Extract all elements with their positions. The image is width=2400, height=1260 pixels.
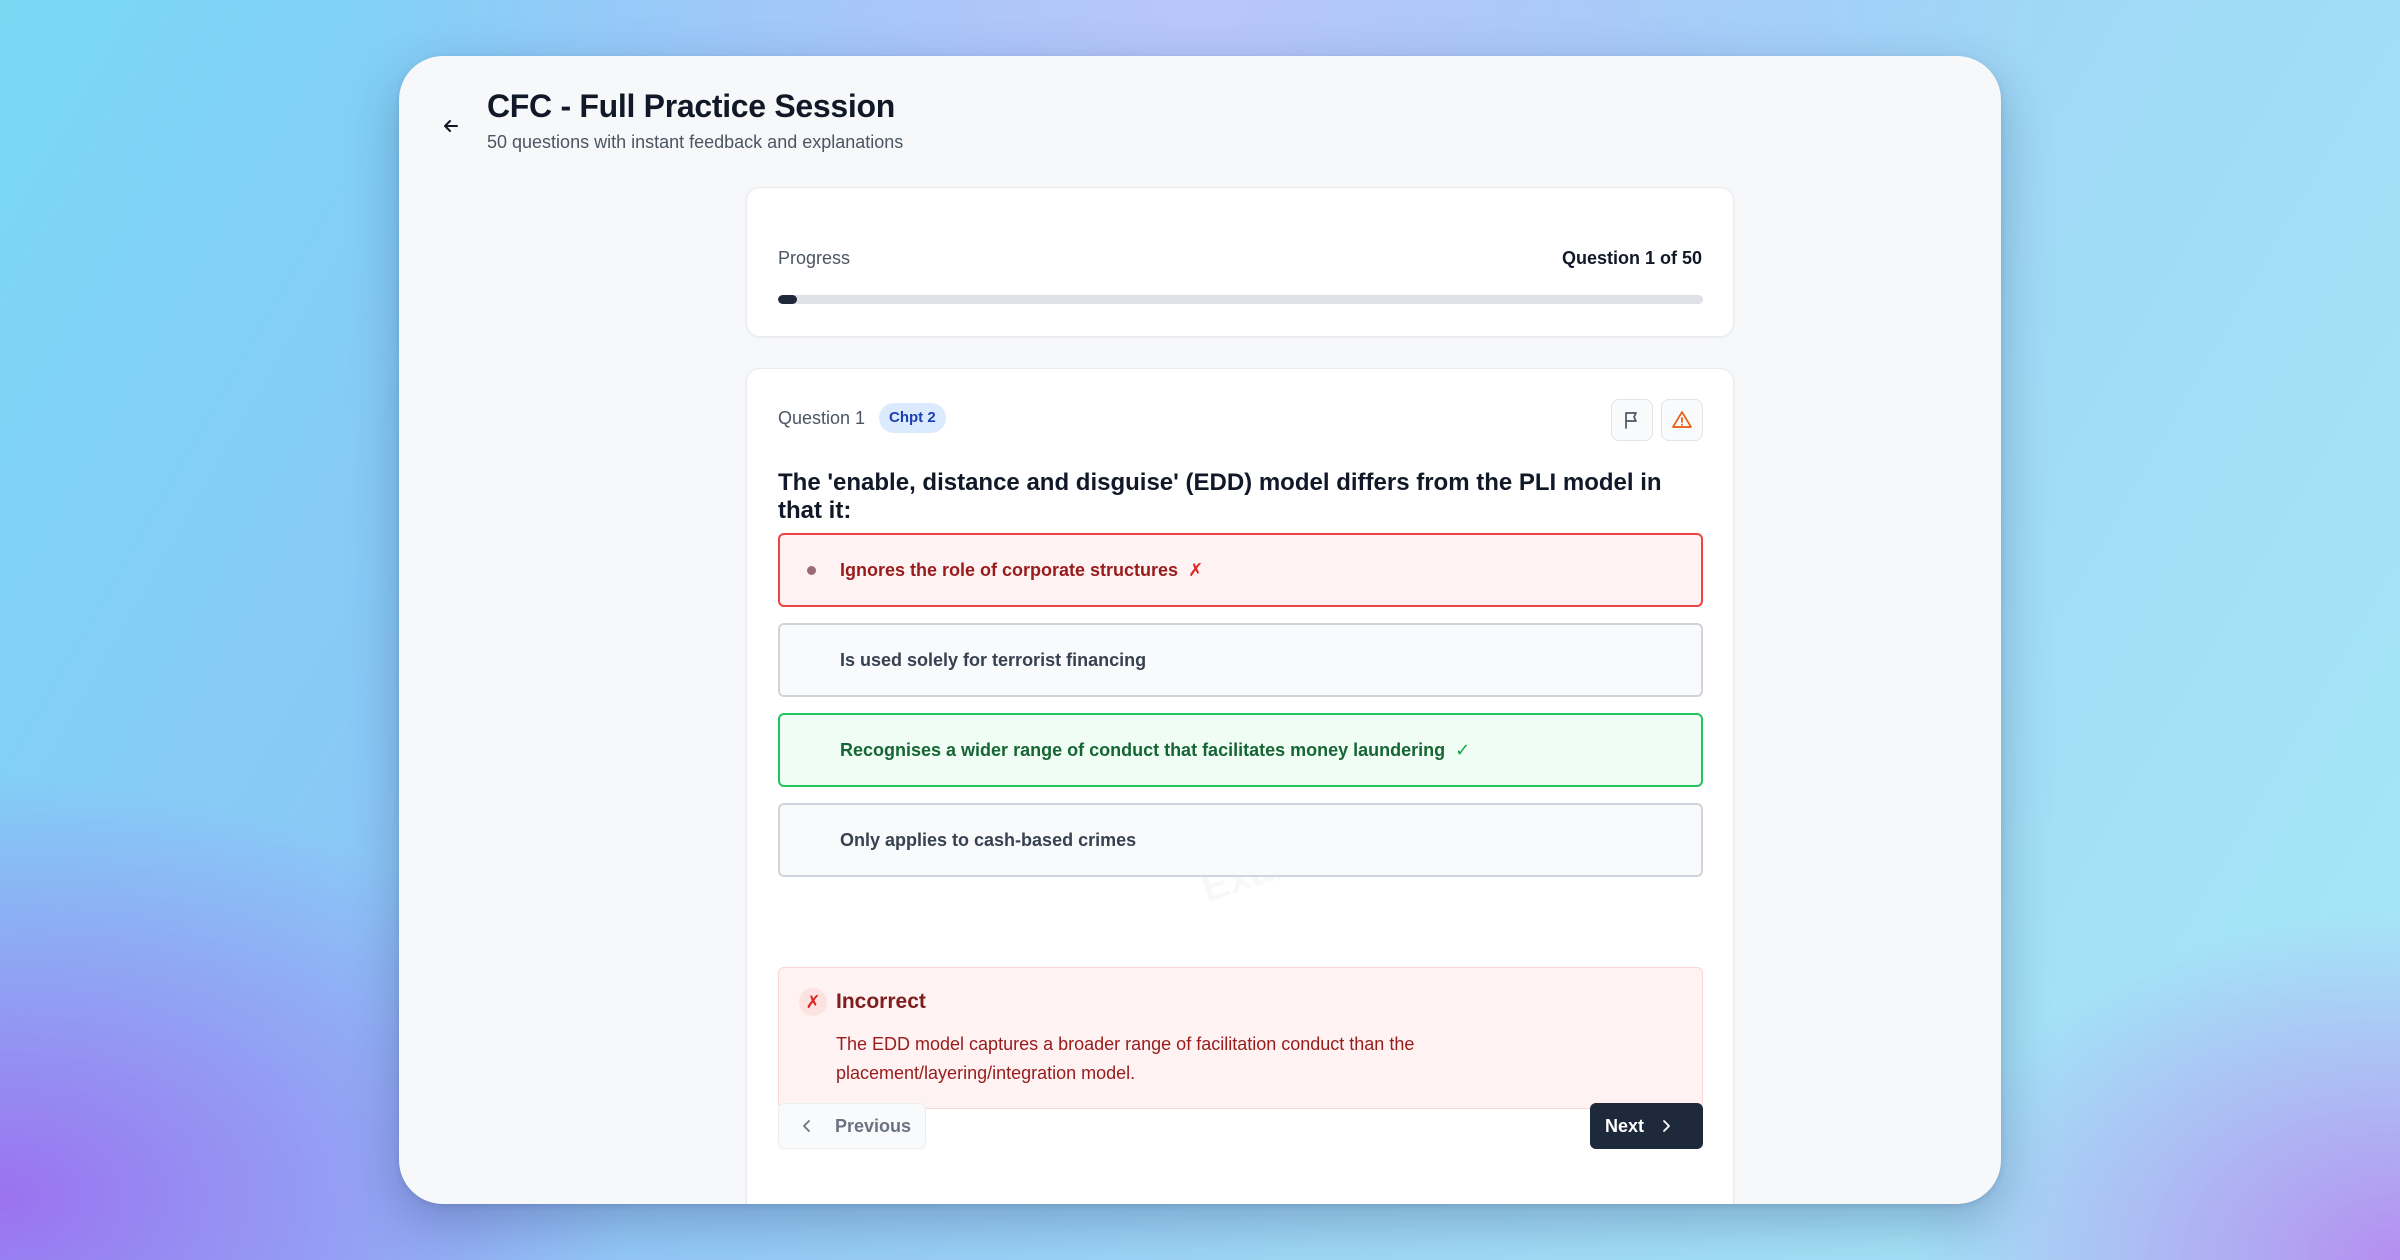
progress-count: Question 1 of 50	[1561, 248, 1702, 268]
option-text: Recognises a wider range of conduct that…	[840, 739, 1446, 760]
page-title: CFC - Full Practice Session	[487, 88, 896, 124]
option-radio	[802, 741, 820, 759]
check-mark-icon: ✓	[1455, 739, 1471, 760]
option-radio	[802, 831, 820, 849]
question-text: The 'enable, distance and disguise' (EDD…	[778, 469, 1662, 524]
page-subtitle: 50 questions with instant feedback and e…	[487, 132, 904, 152]
feedback-title: Incorrect	[836, 990, 926, 1013]
chevron-right-icon	[1663, 1120, 1670, 1132]
question-number: Question 1	[778, 408, 866, 428]
warning-triangle-icon	[1672, 411, 1692, 428]
answer-option-1[interactable]: Ignores the role of corporate structures…	[778, 533, 1703, 607]
arrow-left-icon	[444, 120, 458, 132]
wrong-mark-icon: ✗	[1188, 559, 1204, 580]
flag-icon	[1625, 412, 1637, 429]
option-text: Only applies to cash-based crimes	[840, 829, 1137, 850]
option-text: Ignores the role of corporate structures	[840, 559, 1179, 580]
progress-bar-fill	[778, 295, 797, 304]
back-button[interactable]	[429, 104, 473, 148]
progress-bar	[778, 295, 1703, 304]
chevron-left-icon	[803, 1120, 810, 1132]
next-button[interactable]: Next	[1590, 1103, 1703, 1149]
flag-question-button[interactable]	[1611, 399, 1653, 441]
option-text: Is used solely for terrorist financing	[840, 649, 1147, 670]
incorrect-icon: ✗	[799, 988, 827, 1016]
option-radio	[802, 651, 820, 669]
next-label: Next	[1605, 1115, 1645, 1136]
answer-option-4[interactable]: Only applies to cash-based crimes	[778, 803, 1703, 877]
answer-option-2[interactable]: Is used solely for terrorist financing	[778, 623, 1703, 697]
previous-label: Previous	[835, 1115, 912, 1136]
feedback-panel: ✗ Incorrect The EDD model captures a bro…	[778, 967, 1703, 1109]
option-radio	[802, 561, 820, 579]
progress-label: Progress	[778, 248, 851, 268]
progress-card: Progress Question 1 of 50	[746, 187, 1734, 337]
question-card: Question 1 Chpt 2 The 'enable, distance …	[746, 368, 1734, 1204]
answer-option-3[interactable]: Recognises a wider range of conduct that…	[778, 713, 1703, 787]
feedback-explanation: The EDD model captures a broader range o…	[836, 1034, 1415, 1083]
previous-button[interactable]: Previous	[778, 1103, 926, 1149]
report-issue-button[interactable]	[1661, 399, 1703, 441]
chapter-badge: Chpt 2	[879, 403, 946, 433]
app-window: CFC - Full Practice Session 50 questions…	[399, 56, 2001, 1204]
